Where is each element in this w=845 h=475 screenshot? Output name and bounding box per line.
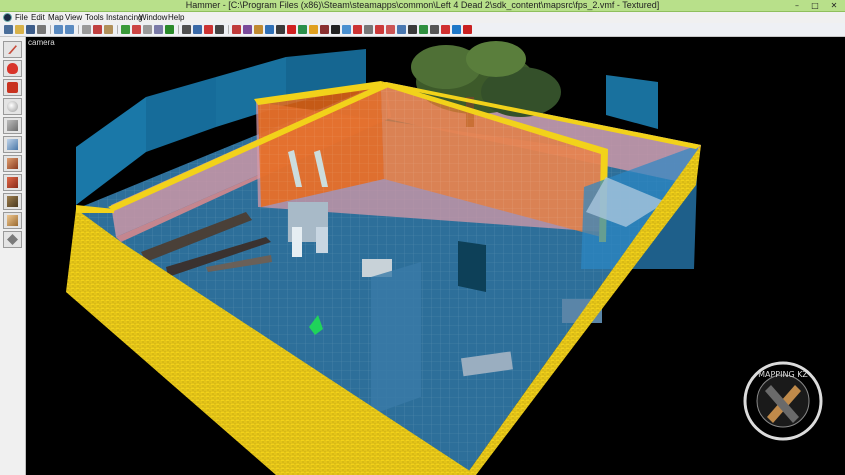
toolbar-separator [50,25,51,34]
decal-tool-button[interactable] [3,174,22,191]
toggle-texlock-icon[interactable] [165,25,174,34]
magnify-tool-icon [7,63,18,74]
run-map-icon[interactable] [232,25,241,34]
menu-view[interactable]: View [65,12,82,23]
cut-icon[interactable] [93,25,102,34]
toolbar-extra-icon[interactable] [452,25,461,34]
decal-tool-icon [7,177,18,188]
overlay-tool-icon [7,196,18,207]
snap-icon[interactable] [215,25,224,34]
camera-viewport[interactable]: camera [26,37,845,475]
toolbar-extra-icon[interactable] [353,25,362,34]
toolbar-extra-icon[interactable] [342,25,351,34]
minimize-button[interactable]: – [790,1,804,10]
grid-icon[interactable] [182,25,191,34]
toolbar-extra-icon[interactable] [430,25,439,34]
vertex-tool-button[interactable] [3,231,22,248]
main-toolbar [0,23,845,37]
toolbar-separator [78,25,79,34]
3d-grid-icon[interactable] [193,25,202,34]
new-icon[interactable] [4,25,13,34]
outer-wall-panel [146,77,216,152]
cordon-icon[interactable] [276,25,285,34]
copy-icon[interactable] [82,25,91,34]
toolbar-extra-icon[interactable] [441,25,450,34]
save-icon[interactable] [26,25,35,34]
print-icon[interactable] [37,25,46,34]
toolbar-separator [178,25,179,34]
block-tool-icon [7,120,18,131]
redo-icon[interactable] [65,25,74,34]
apply-texture-button[interactable] [3,155,22,172]
maximize-button[interactable]: □ [808,1,822,10]
toolbar-extra-icon[interactable] [331,25,340,34]
menu-instancing[interactable]: Instancing [106,12,142,23]
texture-lock-icon[interactable] [204,25,213,34]
selection-tool-button[interactable] [3,41,22,58]
outer-wall-panel [606,75,658,129]
toolbar-extra-icon[interactable] [364,25,373,34]
selection-tool-icon [8,45,17,54]
texture-application-icon [7,139,18,150]
clipping-tool-icon [7,215,18,226]
viewport-label: camera [28,38,55,47]
toolbar-extra-icon[interactable] [408,25,417,34]
menu-window[interactable]: Window [139,12,167,23]
toolbar-extra-icon[interactable] [375,25,384,34]
toolbar-extra-icon[interactable] [419,25,428,34]
group-icon[interactable] [121,25,130,34]
toolbar-extra-icon[interactable] [309,25,318,34]
toolbar-separator [117,25,118,34]
title-bar: Hammer - [C:\Program Files (x86)\Steam\s… [0,0,845,12]
clipping-tool-button[interactable] [3,212,22,229]
menu-edit[interactable]: Edit [31,12,45,23]
menu-tools[interactable]: Tools [85,12,104,23]
menu-file[interactable]: File [15,12,28,23]
toolbar-extra-icon[interactable] [386,25,395,34]
texture-application-button[interactable] [3,136,22,153]
magnify-tool-button[interactable] [3,60,22,77]
ungroup-icon[interactable] [132,25,141,34]
camera-tool-button[interactable] [3,79,22,96]
block-tool-button[interactable] [3,117,22,134]
entity-report-icon[interactable] [254,25,263,34]
close-button[interactable]: ✕ [827,1,841,10]
toolbar-extra-icon[interactable] [298,25,307,34]
entity-tool-icon [7,101,18,112]
texture-app-icon[interactable] [265,25,274,34]
toolbar-separator [228,25,229,34]
menu-bar: File Edit Map View Tools Instancing Wind… [0,12,845,23]
map-scene [66,41,701,475]
paste-icon[interactable] [104,25,113,34]
hide-icon[interactable] [143,25,152,34]
toolbar-extra-icon[interactable] [463,25,472,34]
tool-palette [0,37,26,475]
check-problems-icon[interactable] [287,25,296,34]
hammer-logo-icon [3,13,12,22]
menu-help[interactable]: Help [168,12,184,23]
menu-map[interactable]: Map [48,12,64,23]
mapping-kz-watermark: MAPPING KZ [741,359,825,443]
toolbar-extra-icon[interactable] [320,25,329,34]
open-icon[interactable] [15,25,24,34]
doorway [458,241,486,292]
unhide-icon[interactable] [154,25,163,34]
divider-wall [371,262,421,415]
camera-tool-icon [7,82,18,93]
undo-icon[interactable] [54,25,63,34]
toolbar-extra-icon[interactable] [397,25,406,34]
carve-icon[interactable] [243,25,252,34]
vertex-tool-icon [7,234,18,245]
apply-texture-icon [7,158,18,169]
entity-tool-button[interactable] [3,98,22,115]
window-title: Hammer - [C:\Program Files (x86)\Steam\s… [185,0,660,10]
watermark-text: MAPPING KZ [758,370,808,379]
overlay-tool-button[interactable] [3,193,22,210]
